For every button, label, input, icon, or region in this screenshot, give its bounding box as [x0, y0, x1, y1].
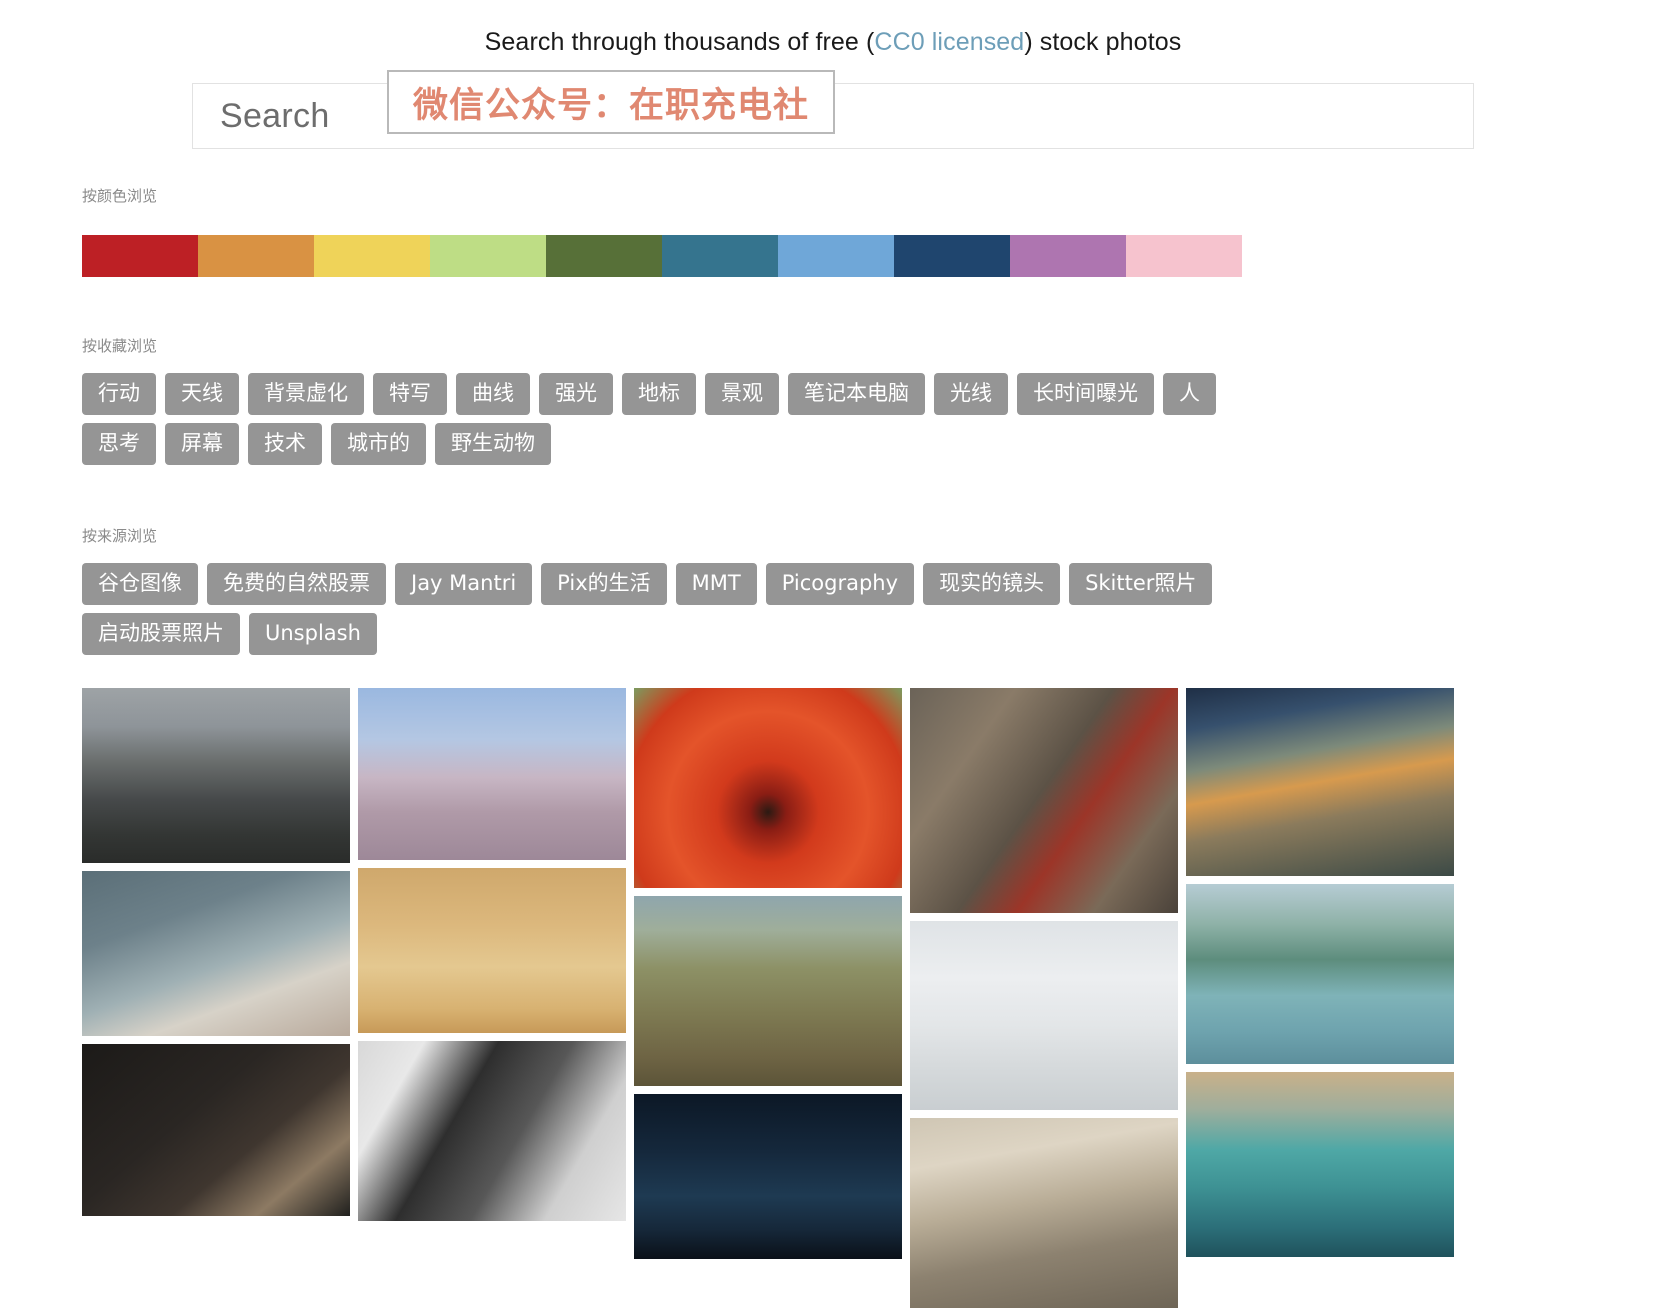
collection-tag-14[interactable]: 技术 [248, 423, 322, 465]
watermark-text: 微信公众号：在职充电社 [412, 85, 809, 126]
photo-column-4 [1186, 688, 1454, 1308]
collection-tag-2[interactable]: 背景虚化 [248, 373, 364, 415]
color-swatch-red[interactable] [82, 235, 198, 277]
collection-tag-9[interactable]: 光线 [934, 373, 1008, 415]
collection-tag-15[interactable]: 城市的 [331, 423, 426, 465]
collection-tag-8[interactable]: 笔记本电脑 [788, 373, 925, 415]
photo-dark-forest-hills-overcast[interactable] [82, 688, 350, 863]
collection-tag-5[interactable]: 强光 [539, 373, 613, 415]
photo-sunrise-over-snowy-pines[interactable] [1186, 688, 1454, 876]
photo-cougar-leaping-on-rock[interactable] [358, 688, 626, 860]
photo-results-grid [82, 688, 1537, 1308]
collection-tag-3[interactable]: 特写 [373, 373, 447, 415]
source-tag-0[interactable]: 谷仓图像 [82, 563, 198, 605]
source-tag-9[interactable]: Unsplash [249, 613, 377, 655]
browse-by-collection-section: 按收藏浏览 行动 天线 背景虚化 特写 曲线 强光 地标 景观 笔记本电脑 光线 长时间曝光人思考屏… [82, 335, 1666, 465]
collection-tag-10[interactable]: 长时间曝光 [1017, 373, 1154, 415]
tagline-text-before: Search through thousands of free ( [484, 28, 875, 56]
collection-tag-12[interactable]: 思考 [82, 423, 156, 465]
browse-by-color-section: 按颜色浏览 [82, 185, 1666, 277]
color-swatch-light-green[interactable] [430, 235, 546, 277]
color-swatch-purple[interactable] [1010, 235, 1126, 277]
collection-tag-16[interactable]: 野生动物 [435, 423, 551, 465]
source-tag-2[interactable]: Jay Mantri [395, 563, 533, 605]
photo-column-0 [82, 688, 350, 1308]
photo-black-white-poster-face[interactable] [358, 1041, 626, 1221]
search-input-placeholder[interactable]: Search [193, 97, 330, 136]
photo-tropical-infinity-pool-trees[interactable] [1186, 884, 1454, 1064]
photo-gothic-cathedral-interior[interactable] [910, 1118, 1178, 1308]
color-swatch-navy[interactable] [894, 235, 1010, 277]
color-swatch-teal[interactable] [662, 235, 778, 277]
color-swatch-dark-green[interactable] [546, 235, 662, 277]
photo-column-2 [634, 688, 902, 1308]
collection-tag-0[interactable]: 行动 [82, 373, 156, 415]
tagline-text-after: ) stock photos [1024, 28, 1182, 56]
color-swatch-sky-blue[interactable] [778, 235, 894, 277]
photo-boats-on-calm-turquoise-water[interactable] [1186, 1072, 1454, 1257]
photo-bicycle-against-woven-wall[interactable] [910, 688, 1178, 913]
collection-tag-6[interactable]: 地标 [622, 373, 696, 415]
photo-ibex-goat-on-hillside[interactable] [634, 896, 902, 1086]
photo-hand-reaching-dark-wood-pier[interactable] [82, 1044, 350, 1216]
photo-column-3 [910, 688, 1178, 1308]
browse-by-source-label: 按来源浏览 [82, 527, 158, 545]
photo-column-1 [358, 688, 626, 1308]
browse-by-color-label: 按颜色浏览 [82, 187, 158, 205]
color-swatch-pink[interactable] [1126, 235, 1242, 277]
tagline-container: Search through thousands of free (CC0 li… [0, 0, 1666, 57]
collection-tag-13[interactable]: 屏幕 [165, 423, 239, 465]
collection-tag-1[interactable]: 天线 [165, 373, 239, 415]
collection-tag-4[interactable]: 曲线 [456, 373, 530, 415]
search-box[interactable]: Search 微信公众号：在职充电社 [192, 70, 1474, 149]
photo-hand-holding-shell-over-water[interactable] [82, 871, 350, 1036]
page-tagline: Search through thousands of free (CC0 li… [485, 28, 1182, 57]
collection-tag-7[interactable]: 景观 [705, 373, 779, 415]
source-tag-3[interactable]: Pix的生活 [541, 563, 667, 605]
photo-birds-flying-golden-sky[interactable] [358, 868, 626, 1033]
source-tag-4[interactable]: MMT [675, 563, 757, 605]
source-tag-list: 谷仓图像 免费的自然股票 Jay Mantri Pix的生活 MMT Picography… [82, 563, 1262, 655]
source-tag-6[interactable]: 现实的镜头 [923, 563, 1061, 605]
search-row: Search 微信公众号：在职充电社 [0, 70, 1666, 149]
color-swatch-orange[interactable] [198, 235, 314, 277]
collection-tag-11[interactable]: 人 [1163, 373, 1216, 415]
photo-red-japanese-umbrella[interactable] [634, 688, 902, 888]
color-swatch-strip [82, 235, 1242, 277]
cc0-license-link[interactable]: CC0 licensed [874, 28, 1024, 56]
source-tag-1[interactable]: 免费的自然股票 [207, 563, 386, 605]
source-tag-7[interactable]: Skitter照片 [1069, 563, 1213, 605]
photo-starry-night-sky-tree[interactable] [634, 1094, 902, 1259]
collection-tag-list: 行动 天线 背景虚化 特写 曲线 强光 地标 景观 笔记本电脑 光线 长时间曝光人思考 屏幕 技术 城市的… [82, 373, 1262, 465]
source-tag-8[interactable]: 启动股票照片 [82, 613, 240, 655]
photo-foggy-ski-slope-snow[interactable] [910, 920, 1178, 1111]
browse-by-source-section: 按来源浏览 谷仓图像 免费的自然股票 Jay Mantri Pix的生活 MMT Pico… [82, 525, 1666, 655]
watermark-overlay: 微信公众号：在职充电社 [387, 70, 835, 134]
browse-by-collection-label: 按收藏浏览 [82, 337, 158, 355]
color-swatch-yellow[interactable] [314, 235, 430, 277]
source-tag-5[interactable]: Picography [765, 563, 915, 605]
